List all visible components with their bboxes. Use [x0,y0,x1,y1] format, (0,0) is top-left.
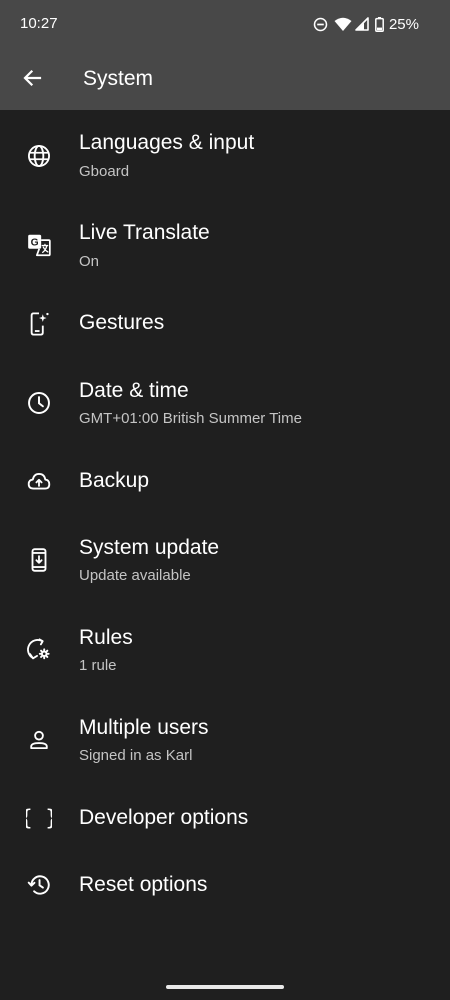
settings-item-backup[interactable]: Backup [0,447,450,514]
settings-item-summary: Update available [79,567,191,584]
status-bar: 10:27 25% [0,0,450,50]
status-time: 10:27 [20,15,58,32]
settings-item-title: Rules [79,626,133,649]
cloud-upload-icon [26,468,52,494]
settings-item-gestures[interactable]: Gestures [0,290,450,357]
wifi-icon [334,17,352,32]
clock-icon [26,390,52,416]
back-button[interactable] [14,62,50,98]
settings-item-title: Languages & input [79,131,255,154]
system-update-icon [26,547,52,573]
settings-item-summary: Gboard [79,163,130,180]
gesture-phone-icon [26,311,52,337]
cell-signal-icon [355,17,369,31]
settings-item-title: Gestures [79,311,165,334]
settings-item-summary: GMT+01:00 British Summer Time [79,410,302,427]
settings-item-developer-options[interactable]: { } Developer options [0,784,450,851]
rules-icon [26,637,52,663]
page-title: System [83,67,154,90]
settings-item-rules[interactable]: Rules 1 rule [0,604,450,694]
arrow-back-icon [22,68,42,93]
settings-item-reset-options[interactable]: Reset options [0,851,450,918]
translate-icon: G [26,232,52,258]
settings-item-live-translate[interactable]: G Live Translate On [0,200,450,290]
person-icon [26,727,52,753]
app-bar: System [0,50,450,110]
settings-item-title: Multiple users [79,716,209,739]
svg-text:G: G [31,238,39,249]
settings-item-title: System update [79,536,220,559]
settings-item-date-time[interactable]: Date & time GMT+01:00 British Summer Tim… [0,357,450,447]
settings-item-system-update[interactable]: System update Update available [0,514,450,604]
settings-item-summary: Signed in as Karl [79,747,193,764]
battery-icon [375,16,384,32]
svg-text:{ }: { } [26,806,52,830]
do-not-disturb-icon [313,17,328,32]
settings-item-multiple-users[interactable]: Multiple users Signed in as Karl [0,694,450,784]
history-icon [26,872,52,898]
settings-item-title: Backup [79,469,150,492]
battery-percent: 25% [388,15,419,33]
settings-item-languages-input[interactable]: Languages & input Gboard [0,110,450,200]
status-icons: 25% [313,14,419,34]
settings-item-summary: On [79,253,100,270]
settings-item-title: Reset options [79,873,208,896]
braces-icon: { } [26,805,52,831]
settings-item-title: Live Translate [79,221,210,244]
globe-icon [26,143,52,169]
settings-item-summary: 1 rule [79,657,117,674]
settings-item-title: Developer options [79,806,249,829]
navigation-handle[interactable] [166,985,284,989]
settings-item-title: Date & time [79,379,189,402]
